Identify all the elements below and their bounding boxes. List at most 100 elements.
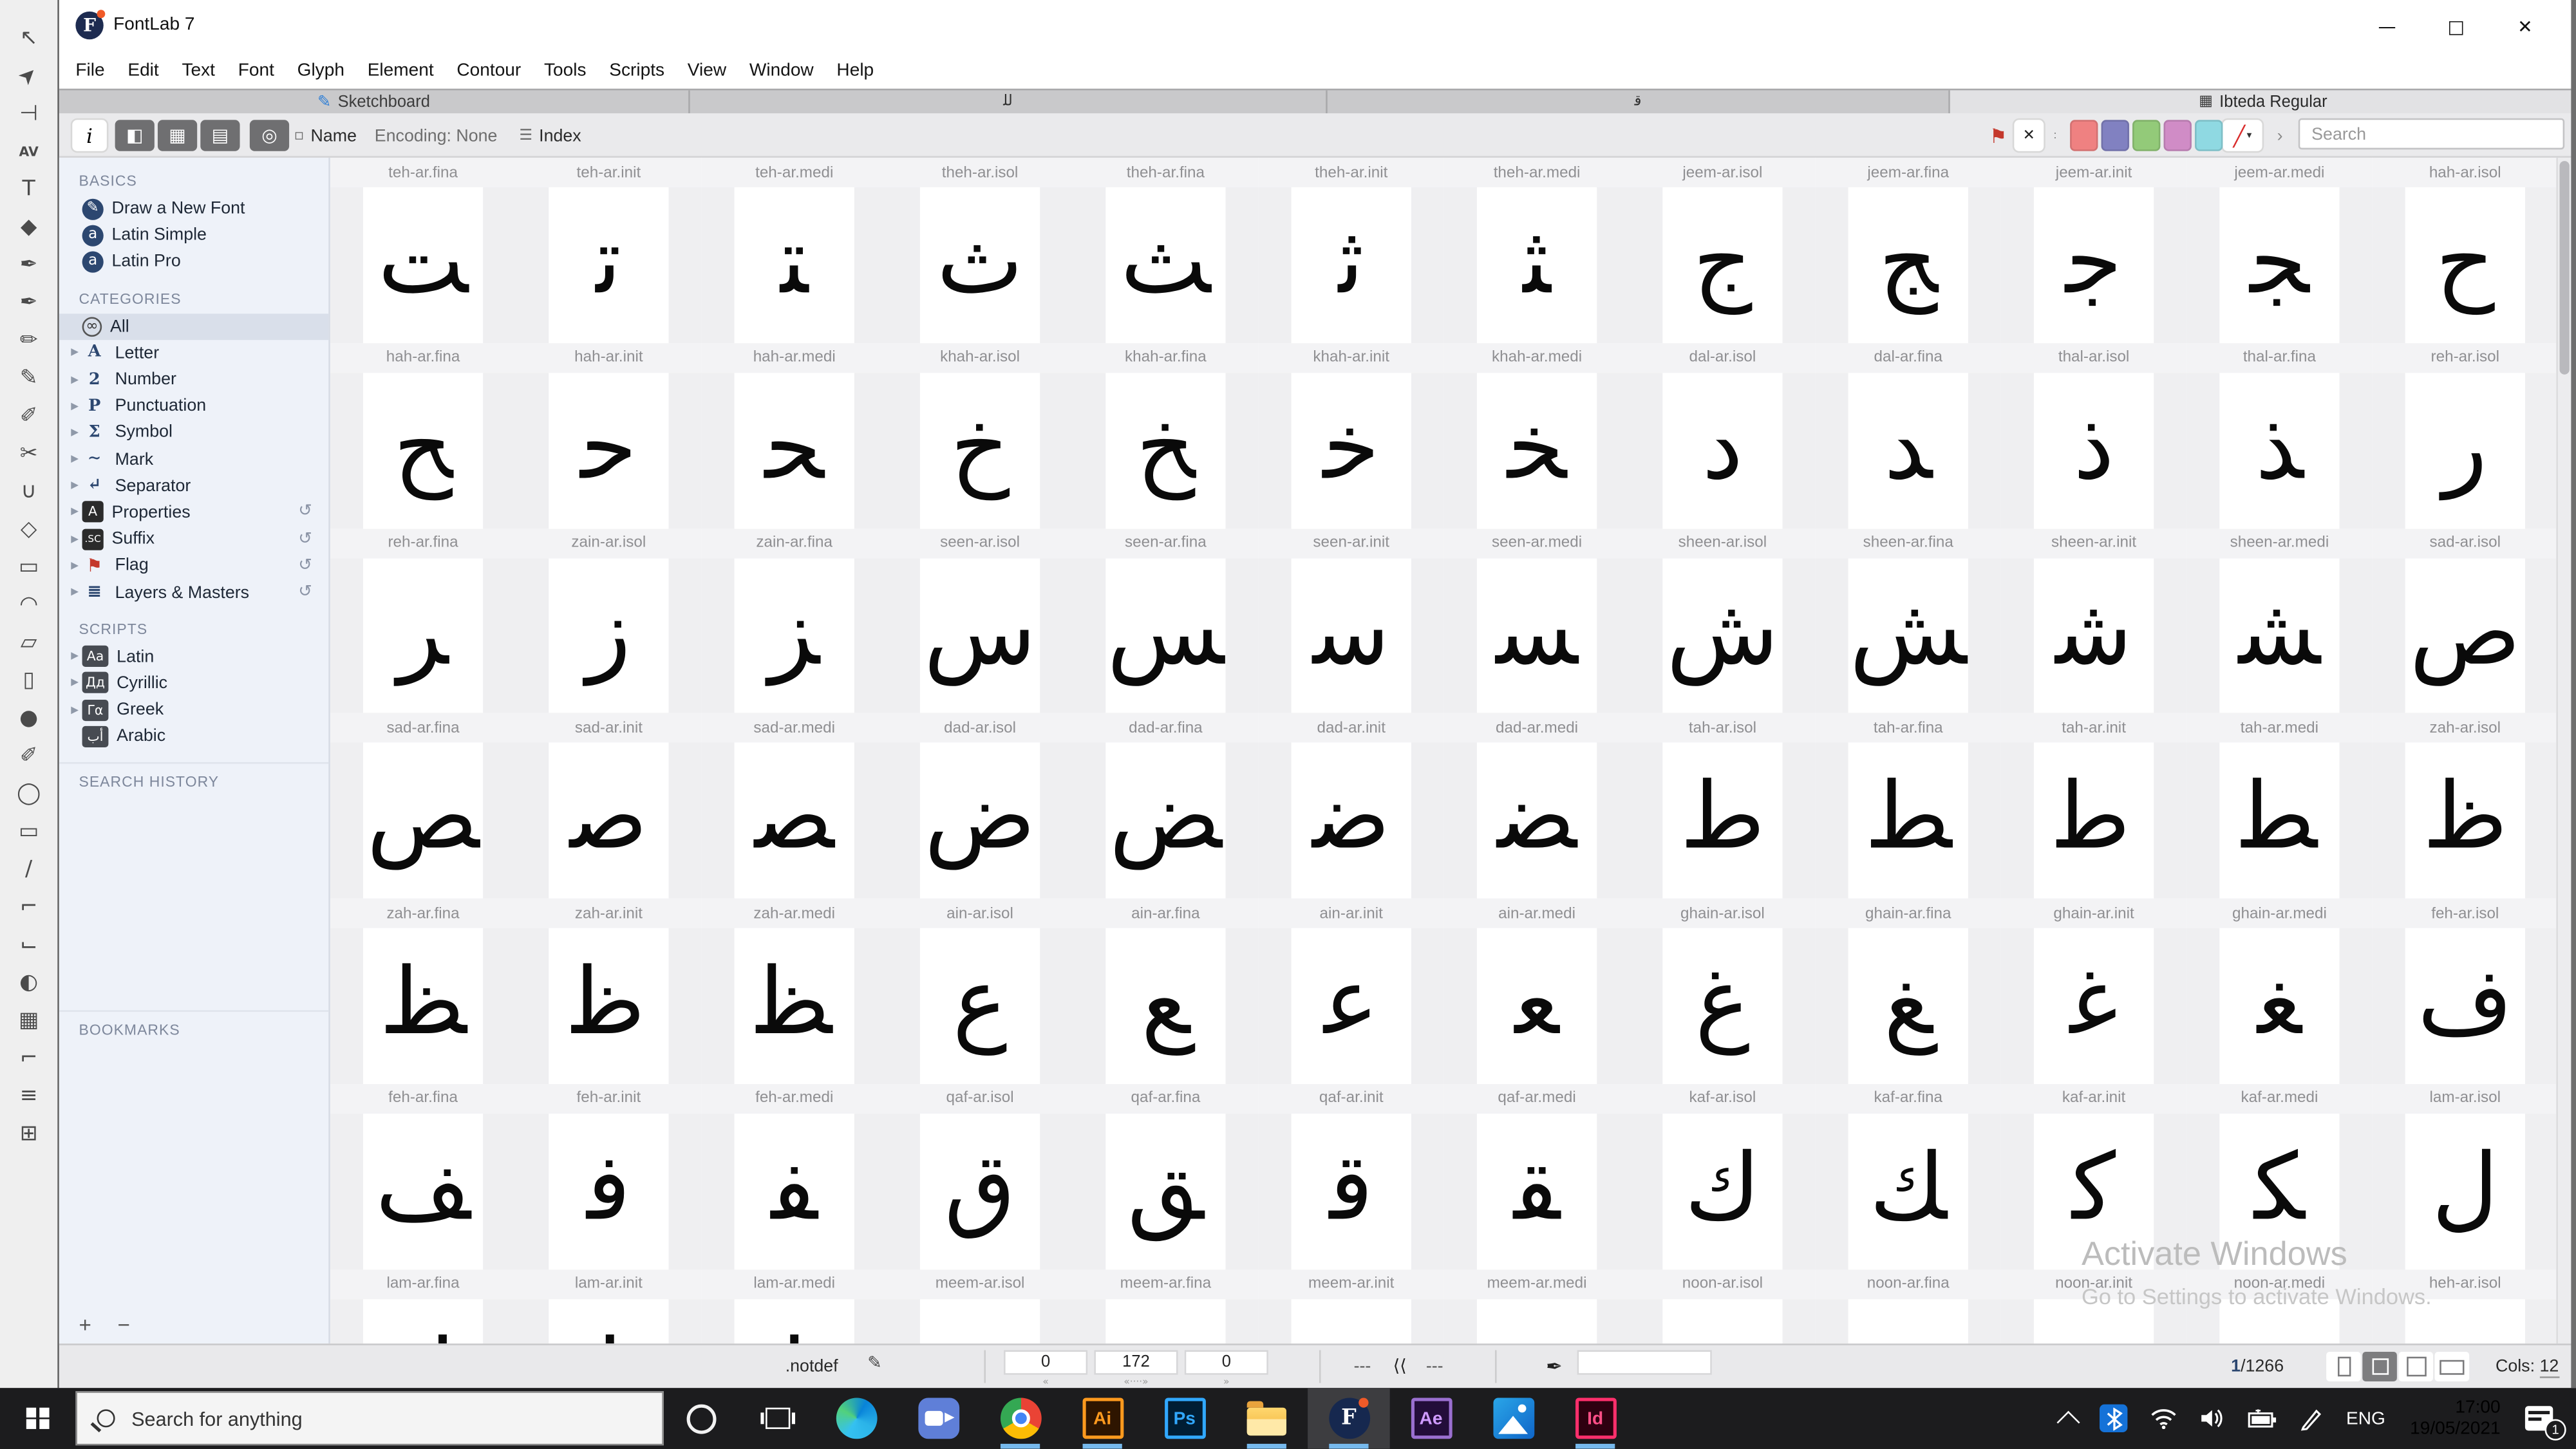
glyph-cell-lam-ar.isol[interactable]: lam-ar.isol ﻝ	[2372, 1084, 2558, 1269]
sidebar-item-number[interactable]: ▶ 2 Number	[59, 366, 328, 393]
view-size-large-button[interactable]	[2398, 1352, 2434, 1381]
language-indicator[interactable]: ENG	[2335, 1388, 2397, 1448]
sidebar-item-all[interactable]: ∞ All	[59, 313, 329, 340]
glyph-cell-hah-ar.medi[interactable]: hah-ar.medi ﺤ	[701, 342, 887, 528]
rotate-tool-icon[interactable]: ◐	[11, 964, 47, 1002]
flag-color-swatch-3[interactable]	[2132, 120, 2161, 151]
rsb-adjuster[interactable]: »	[1185, 1376, 1268, 1388]
flag-color-swatch-1[interactable]	[2070, 120, 2098, 151]
glyph-cell-feh-ar.medi[interactable]: feh-ar.medi ﻔ	[701, 1084, 887, 1269]
view-size-small-button[interactable]	[2326, 1352, 2361, 1381]
tab-font-window[interactable]: ▦ Ibteda Regular	[1950, 90, 2576, 114]
ruler-tool-icon[interactable]: ▭	[11, 548, 47, 586]
hook-tool-icon[interactable]: ⌙	[11, 926, 47, 964]
glyph-cell-khah-ar.fina[interactable]: khah-ar.fina ﺦ	[1073, 342, 1259, 528]
sort-by-name[interactable]: ▫ Name	[294, 113, 357, 158]
transform-tool-icon[interactable]: ▱	[11, 624, 47, 662]
cortana-button[interactable]	[664, 1403, 739, 1434]
glyph-cell-jeem-ar.fina[interactable]: jeem-ar.fina ﺞ	[1815, 157, 2001, 343]
menu-edit[interactable]: Edit	[116, 56, 170, 86]
glyph-cell-zah-ar.fina[interactable]: zah-ar.fina ﻆ	[330, 899, 516, 1085]
start-button[interactable]	[0, 1388, 75, 1448]
glyph-cell-zah-ar.isol[interactable]: zah-ar.isol ﻅ	[2372, 713, 2558, 899]
tab-glyph-window-2[interactable]: ﻗ	[1328, 90, 1950, 114]
battery-button[interactable]	[2236, 1388, 2289, 1448]
lsb-adjuster[interactable]: «	[1004, 1376, 1087, 1388]
glyph-cell-sheen-ar.isol[interactable]: sheen-ar.isol ﺵ	[1630, 528, 1816, 714]
glyph-cell-tah-ar.fina[interactable]: tah-ar.fina ﻂ	[1815, 713, 2001, 899]
expand-arrow-icon[interactable]: ▶	[68, 453, 82, 465]
curve-pen-tool-icon[interactable]: ✒	[11, 284, 47, 322]
glyph-cell-theh-ar.medi[interactable]: theh-ar.medi ﺜ	[1443, 157, 1630, 343]
taskbar-app-chrome[interactable]	[979, 1388, 1062, 1449]
rectangle-tool-icon[interactable]: ▭	[11, 813, 47, 851]
glyph-cell-kaf-ar.isol[interactable]: kaf-ar.isol ﻙ	[1630, 1084, 1816, 1269]
ellipse-tool-icon[interactable]: ◯	[11, 775, 47, 813]
sidebar-item-latin[interactable]: ▶ Aa Latin	[59, 643, 328, 669]
refresh-icon[interactable]: ↺	[298, 503, 312, 521]
glyph-cell-hah-ar.init[interactable]: hah-ar.init ﺣ	[516, 342, 702, 528]
sidebar-item-separator[interactable]: ▶ ↵ Separator	[59, 472, 328, 499]
glyph-cell-zah-ar.medi[interactable]: zah-ar.medi ﻈ	[701, 899, 887, 1085]
sidebar-item-latin-pro[interactable]: a Latin Pro	[59, 248, 328, 275]
sidebar-item-layers-masters[interactable]: ▶ ≣ Layers & Masters ↺	[59, 579, 328, 605]
expand-arrow-icon[interactable]: ▶	[68, 677, 82, 689]
perspective-tool-icon[interactable]: ▯	[11, 662, 47, 700]
glyph-cell-zah-ar.init[interactable]: zah-ar.init ﻇ	[516, 899, 702, 1085]
corner-tool-icon[interactable]: ⌐	[11, 888, 47, 926]
menu-tools[interactable]: Tools	[532, 56, 597, 86]
glyph-cell-seen-ar.isol[interactable]: seen-ar.isol ﺱ	[887, 528, 1073, 714]
tab-glyph-window-1[interactable]: ﻟﻠ	[690, 90, 1328, 114]
glyph-cell-seen-ar.init[interactable]: seen-ar.init ﺳ	[1258, 528, 1444, 714]
pen-tool-icon[interactable]: ✒	[11, 247, 47, 285]
node-select-tool-icon[interactable]: ➤	[11, 57, 47, 95]
glyph-cell-ghain-ar.isol[interactable]: ghain-ar.isol ﻍ	[1630, 899, 1816, 1085]
sidebar-item-letter[interactable]: ▶ A Letter	[59, 340, 328, 366]
expand-arrow-icon[interactable]: ▶	[68, 560, 82, 572]
sidebar-item-draw-new-font[interactable]: ✎ Draw a New Font	[59, 196, 328, 222]
glyph-cell-teh-ar.medi[interactable]: teh-ar.medi ﺘ	[701, 157, 887, 343]
glyph-cell-heh-ar.isol[interactable]: heh-ar.isolﻩ	[2372, 1269, 2558, 1344]
maximize-button[interactable]: □	[2421, 0, 2490, 53]
left-sidebearing-field[interactable]: 0	[1004, 1350, 1088, 1375]
menu-scripts[interactable]: Scripts	[597, 56, 676, 86]
expand-arrow-icon[interactable]: ▶	[68, 400, 82, 412]
glyph-cell-dad-ar.init[interactable]: dad-ar.init ﺿ	[1258, 713, 1444, 899]
glyph-cell-lam-ar.medi[interactable]: lam-ar.mediﻠ	[701, 1269, 887, 1344]
panel-left-view-button[interactable]: ◧	[115, 120, 155, 151]
view-size-wide-button[interactable]	[2434, 1352, 2470, 1381]
glyph-cell-meem-ar.medi[interactable]: meem-ar.mediﻤ	[1443, 1269, 1630, 1344]
glyph-cell-dal-ar.isol[interactable]: dal-ar.isol ﺩ	[1630, 342, 1816, 528]
clear-flag-button[interactable]: ✕	[2014, 120, 2044, 151]
glyph-cell-feh-ar.isol[interactable]: feh-ar.isol ﻑ	[2372, 899, 2558, 1085]
glyph-cell-theh-ar.init[interactable]: theh-ar.init ﺛ	[1258, 157, 1444, 343]
glyph-cell-jeem-ar.medi[interactable]: jeem-ar.medi ﺠ	[2186, 157, 2373, 343]
flag-marker-icon[interactable]: ⚑	[1989, 113, 2007, 158]
glyph-cell-sad-ar.medi[interactable]: sad-ar.medi ﺼ	[701, 713, 887, 899]
glyph-cell-tah-ar.init[interactable]: tah-ar.init ﻃ	[2000, 713, 2187, 899]
tab-sketchboard[interactable]: ✎ Sketchboard	[59, 90, 690, 114]
glyph-cell-kaf-ar.medi[interactable]: kaf-ar.medi ﻜ	[2186, 1084, 2373, 1269]
advance-width-field[interactable]: 172	[1094, 1350, 1178, 1375]
flag-color-swatch-5[interactable]	[2195, 120, 2223, 151]
pen-button[interactable]	[2289, 1388, 2335, 1448]
refresh-icon[interactable]: ↺	[298, 557, 312, 575]
sidebar-item-symbol[interactable]: ▶ Σ Symbol	[59, 419, 328, 445]
sidebar-item-cyrillic[interactable]: ▶ Дд Cyrillic	[59, 670, 328, 696]
scissors-tool-icon[interactable]: ✂	[11, 435, 47, 473]
remove-category-button[interactable]: −	[118, 1314, 130, 1335]
taskbar-app-aftereffects[interactable]: Ae	[1390, 1388, 1472, 1448]
view-size-medium-button[interactable]	[2362, 1352, 2397, 1381]
glyph-cell-sheen-ar.init[interactable]: sheen-ar.init ﺷ	[2000, 528, 2187, 714]
ink-tools-icon[interactable]: ✒	[1546, 1355, 1563, 1378]
glyph-cell-teh-ar.init[interactable]: teh-ar.init ﺗ	[516, 157, 702, 343]
glyph-cell-meem-ar.fina[interactable]: meem-ar.finaﻢ	[1073, 1269, 1259, 1344]
kern-left-value[interactable]: ---	[1354, 1357, 1371, 1377]
glyph-cell-khah-ar.isol[interactable]: khah-ar.isol ﺥ	[887, 342, 1073, 528]
glyph-cell-sad-ar.init[interactable]: sad-ar.init ﺻ	[516, 713, 702, 899]
glyph-cell-reh-ar.isol[interactable]: reh-ar.isol ﺭ	[2372, 342, 2558, 528]
add-category-button[interactable]: +	[79, 1314, 91, 1335]
taskbar-app-explorer[interactable]	[1226, 1388, 1308, 1449]
glyph-cell-qaf-ar.isol[interactable]: qaf-ar.isol ﻕ	[887, 1084, 1073, 1269]
glyph-cell-feh-ar.init[interactable]: feh-ar.init ﻓ	[516, 1084, 702, 1269]
